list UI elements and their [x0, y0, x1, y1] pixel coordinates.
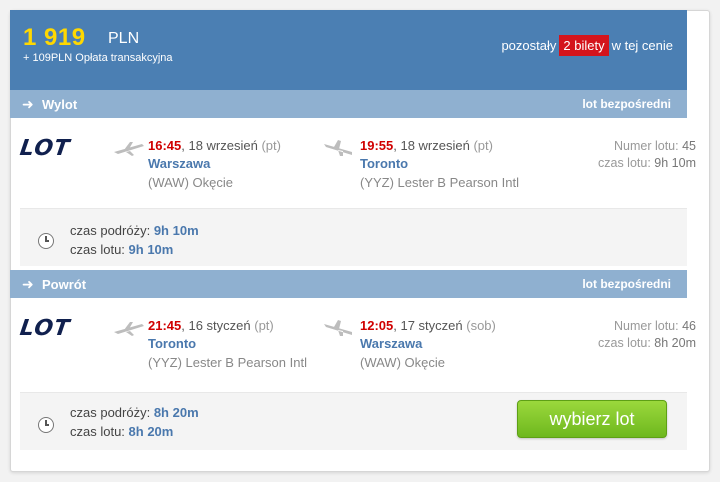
price-currency: PLN — [108, 30, 140, 47]
price-header: 1 919 PLN + 109PLN Opłata transakcyjna p… — [10, 10, 687, 90]
airline-logo: LOT — [18, 136, 72, 161]
flight-duration: 9h 10m — [654, 156, 696, 170]
flight-number-label: Numer lotu: — [614, 139, 679, 153]
flight-duration-label: czas lotu: — [598, 156, 651, 170]
flight-time: 9h 10m — [128, 242, 174, 257]
flight-duration-label: czas lotu: — [598, 336, 651, 350]
departure-day: (pt) — [254, 318, 274, 333]
travel-time: 8h 20m — [153, 405, 199, 420]
arrival-time: 12:05 — [360, 318, 394, 333]
clock-icon — [38, 233, 54, 249]
outbound-departure: 16:45, 18 wrzesień (pt) Warszawa (WAW) O… — [148, 138, 281, 190]
departure-day: (pt) — [261, 138, 281, 153]
plane-takeoff-icon — [114, 322, 144, 336]
flight-number: 46 — [682, 319, 696, 333]
return-direct-label: lot bezpośredni — [582, 277, 671, 291]
outbound-direct-label: lot bezpośredni — [582, 97, 671, 111]
arrival-day: (sob) — [466, 318, 496, 333]
return-departure: 21:45, 16 styczeń (pt) Toronto (YYZ) Les… — [148, 318, 307, 370]
arrival-city: Warszawa — [360, 336, 423, 351]
departure-time: 16:45 — [148, 138, 182, 153]
transaction-fee: + 109PLN Opłata transakcyjna — [23, 52, 173, 64]
departure-airport: (YYZ) Lester B Pearson Intl — [148, 355, 307, 370]
arrow-right-icon: ➜ — [22, 276, 34, 292]
arrival-time: 19:55 — [360, 138, 394, 153]
flight-time: 8h 20m — [128, 424, 174, 439]
return-direction: Powrót — [42, 277, 87, 292]
outbound-arrival: 19:55, 18 wrzesień (pt) Toronto (YYZ) Le… — [360, 138, 519, 190]
return-bar: ➜ Powrót lot bezpośredni — [10, 270, 687, 298]
plane-landing-icon — [324, 140, 352, 156]
arrow-right-icon: ➜ — [22, 96, 34, 112]
arrival-day: (pt) — [473, 138, 493, 153]
remaining-prefix: pozostały — [501, 38, 557, 53]
flight-time-label: czas lotu: — [70, 242, 125, 257]
travel-time: 9h 10m — [153, 223, 199, 238]
outbound-direction: Wylot — [42, 97, 78, 112]
outbound-summary: czas podróży: 9h 10m czas lotu: 9h 10m — [20, 208, 687, 266]
return-summary: czas podróży: 8h 20m czas lotu: 8h 20m w… — [20, 392, 687, 450]
outbound-summary-text: czas podróży: 9h 10m czas lotu: 9h 10m — [70, 221, 199, 259]
price-amount: 1 919 — [23, 24, 86, 51]
departure-time: 21:45 — [148, 318, 182, 333]
travel-time-label: czas podróży: — [70, 405, 151, 420]
arrival-date: , 18 wrzesień — [393, 138, 470, 153]
tickets-badge: 2 bilety — [559, 35, 609, 56]
flight-number-label: Numer lotu: — [614, 319, 679, 333]
plane-takeoff-icon — [114, 142, 144, 156]
airline-logo: LOT — [18, 316, 72, 341]
arrival-city: Toronto — [360, 156, 409, 171]
clock-icon — [38, 417, 54, 433]
plane-landing-icon — [324, 320, 352, 336]
seats-remaining: pozostały 2 bilety w tej cenie — [501, 35, 673, 56]
travel-time-label: czas podróży: — [70, 223, 151, 238]
select-flight-button[interactable]: wybierz lot — [517, 400, 667, 438]
outbound-flight-info: Numer lotu: 45 czas lotu: 9h 10m — [598, 138, 696, 172]
departure-date: , 18 wrzesień — [181, 138, 258, 153]
flight-number: 45 — [682, 139, 696, 153]
arrival-airport: (WAW) Okęcie — [360, 355, 445, 370]
return-arrival: 12:05, 17 styczeń (sob) Warszawa (WAW) O… — [360, 318, 496, 370]
departure-city: Warszawa — [148, 156, 211, 171]
arrival-airport: (YYZ) Lester B Pearson Intl — [360, 175, 519, 190]
flight-duration: 8h 20m — [654, 336, 696, 350]
departure-airport: (WAW) Okęcie — [148, 175, 233, 190]
departure-city: Toronto — [148, 336, 197, 351]
return-flight-info: Numer lotu: 46 czas lotu: 8h 20m — [598, 318, 696, 352]
remaining-suffix: w tej cenie — [611, 38, 673, 53]
flight-time-label: czas lotu: — [70, 424, 125, 439]
outbound-bar: ➜ Wylot lot bezpośredni — [10, 90, 687, 118]
departure-date: , 16 styczeń — [181, 318, 251, 333]
arrival-date: , 17 styczeń — [393, 318, 463, 333]
return-summary-text: czas podróży: 8h 20m czas lotu: 8h 20m — [70, 403, 199, 441]
